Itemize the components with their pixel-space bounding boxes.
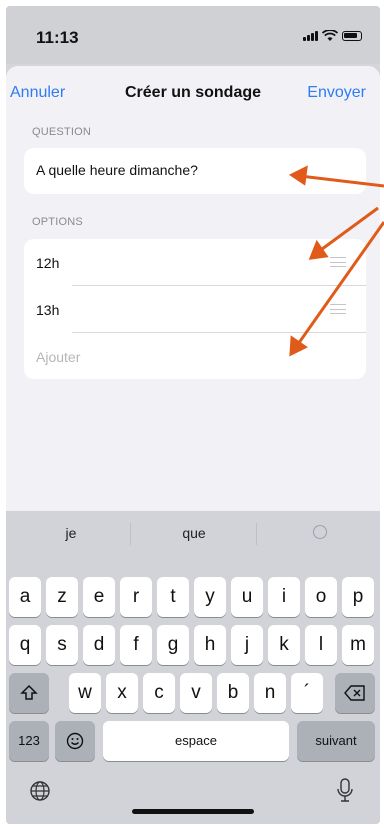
divider [256, 523, 257, 545]
home-indicator[interactable] [132, 809, 254, 814]
key-x[interactable]: x [106, 673, 138, 713]
phone-screen: 11:13 Annuler Créer un sondage Envoyer Q… [6, 6, 380, 824]
key-e[interactable]: e [83, 577, 115, 617]
microphone-icon[interactable] [335, 777, 355, 803]
key-y[interactable]: y [194, 577, 226, 617]
option-row-1[interactable]: 12h [24, 239, 366, 285]
status-time: 11:13 [36, 28, 79, 47]
option-text[interactable]: 13h [36, 302, 59, 318]
emoji-key[interactable] [55, 721, 95, 761]
backspace-icon [344, 685, 365, 701]
emoji-icon [66, 732, 84, 750]
shift-key[interactable] [9, 673, 49, 713]
key-m[interactable]: m [342, 625, 374, 665]
question-field-container[interactable] [24, 148, 366, 194]
key-p[interactable]: p [342, 577, 374, 617]
key-a[interactable]: a [9, 577, 41, 617]
delete-key[interactable] [335, 673, 375, 713]
keyboard: je que azertyuiop qsdfghjklm w x c v b n ´ 123… [6, 511, 380, 824]
option-text[interactable]: 12h [36, 255, 59, 271]
options-section-label: OPTIONS [32, 216, 83, 228]
key-t[interactable]: t [157, 577, 189, 617]
divider [130, 523, 131, 545]
battery-icon [342, 31, 362, 41]
key-s[interactable]: s [46, 625, 78, 665]
question-field[interactable] [36, 162, 336, 178]
key-n[interactable]: n [254, 673, 286, 713]
option-row-2[interactable]: 13h [24, 286, 366, 332]
shift-icon [20, 684, 38, 700]
key-f[interactable]: f [120, 625, 152, 665]
key-l[interactable]: l [305, 625, 337, 665]
key-b[interactable]: b [217, 673, 249, 713]
key-c[interactable]: c [143, 673, 175, 713]
suggestion-1[interactable]: je [21, 525, 121, 541]
key-r[interactable]: r [120, 577, 152, 617]
key-j[interactable]: j [231, 625, 263, 665]
key-o[interactable]: o [305, 577, 337, 617]
globe-icon[interactable] [28, 779, 52, 803]
poll-sheet: Annuler Créer un sondage Envoyer QUESTIO… [6, 66, 380, 526]
next-key[interactable]: suivant [297, 721, 375, 761]
space-key[interactable]: espace [103, 721, 289, 761]
drag-handle-icon[interactable] [330, 304, 346, 314]
nav-bar: Annuler Créer un sondage Envoyer [6, 66, 380, 116]
key-w[interactable]: w [69, 673, 101, 713]
drag-handle-icon[interactable] [330, 257, 346, 267]
signal-icon [303, 31, 318, 41]
send-button[interactable]: Envoyer [307, 84, 366, 102]
options-list: 12h 13h Ajouter [24, 239, 366, 379]
suggestion-bar: je que [6, 511, 380, 551]
question-section-label: QUESTION [32, 126, 92, 138]
key-k[interactable]: k [268, 625, 300, 665]
numbers-key[interactable]: 123 [9, 721, 49, 761]
status-bar: 11:13 [6, 6, 380, 64]
key-h[interactable]: h [194, 625, 226, 665]
clock-icon[interactable] [313, 525, 327, 539]
option-add-row[interactable]: Ajouter [24, 333, 366, 379]
key-accent[interactable]: ´ [291, 673, 323, 713]
key-g[interactable]: g [157, 625, 189, 665]
key-u[interactable]: u [231, 577, 263, 617]
status-icons [303, 30, 362, 42]
wifi-icon [322, 30, 338, 41]
key-d[interactable]: d [83, 625, 115, 665]
key-q[interactable]: q [9, 625, 41, 665]
suggestion-2[interactable]: que [144, 525, 244, 541]
key-i[interactable]: i [268, 577, 300, 617]
key-v[interactable]: v [180, 673, 212, 713]
key-z[interactable]: z [46, 577, 78, 617]
add-option-placeholder[interactable]: Ajouter [36, 349, 80, 365]
